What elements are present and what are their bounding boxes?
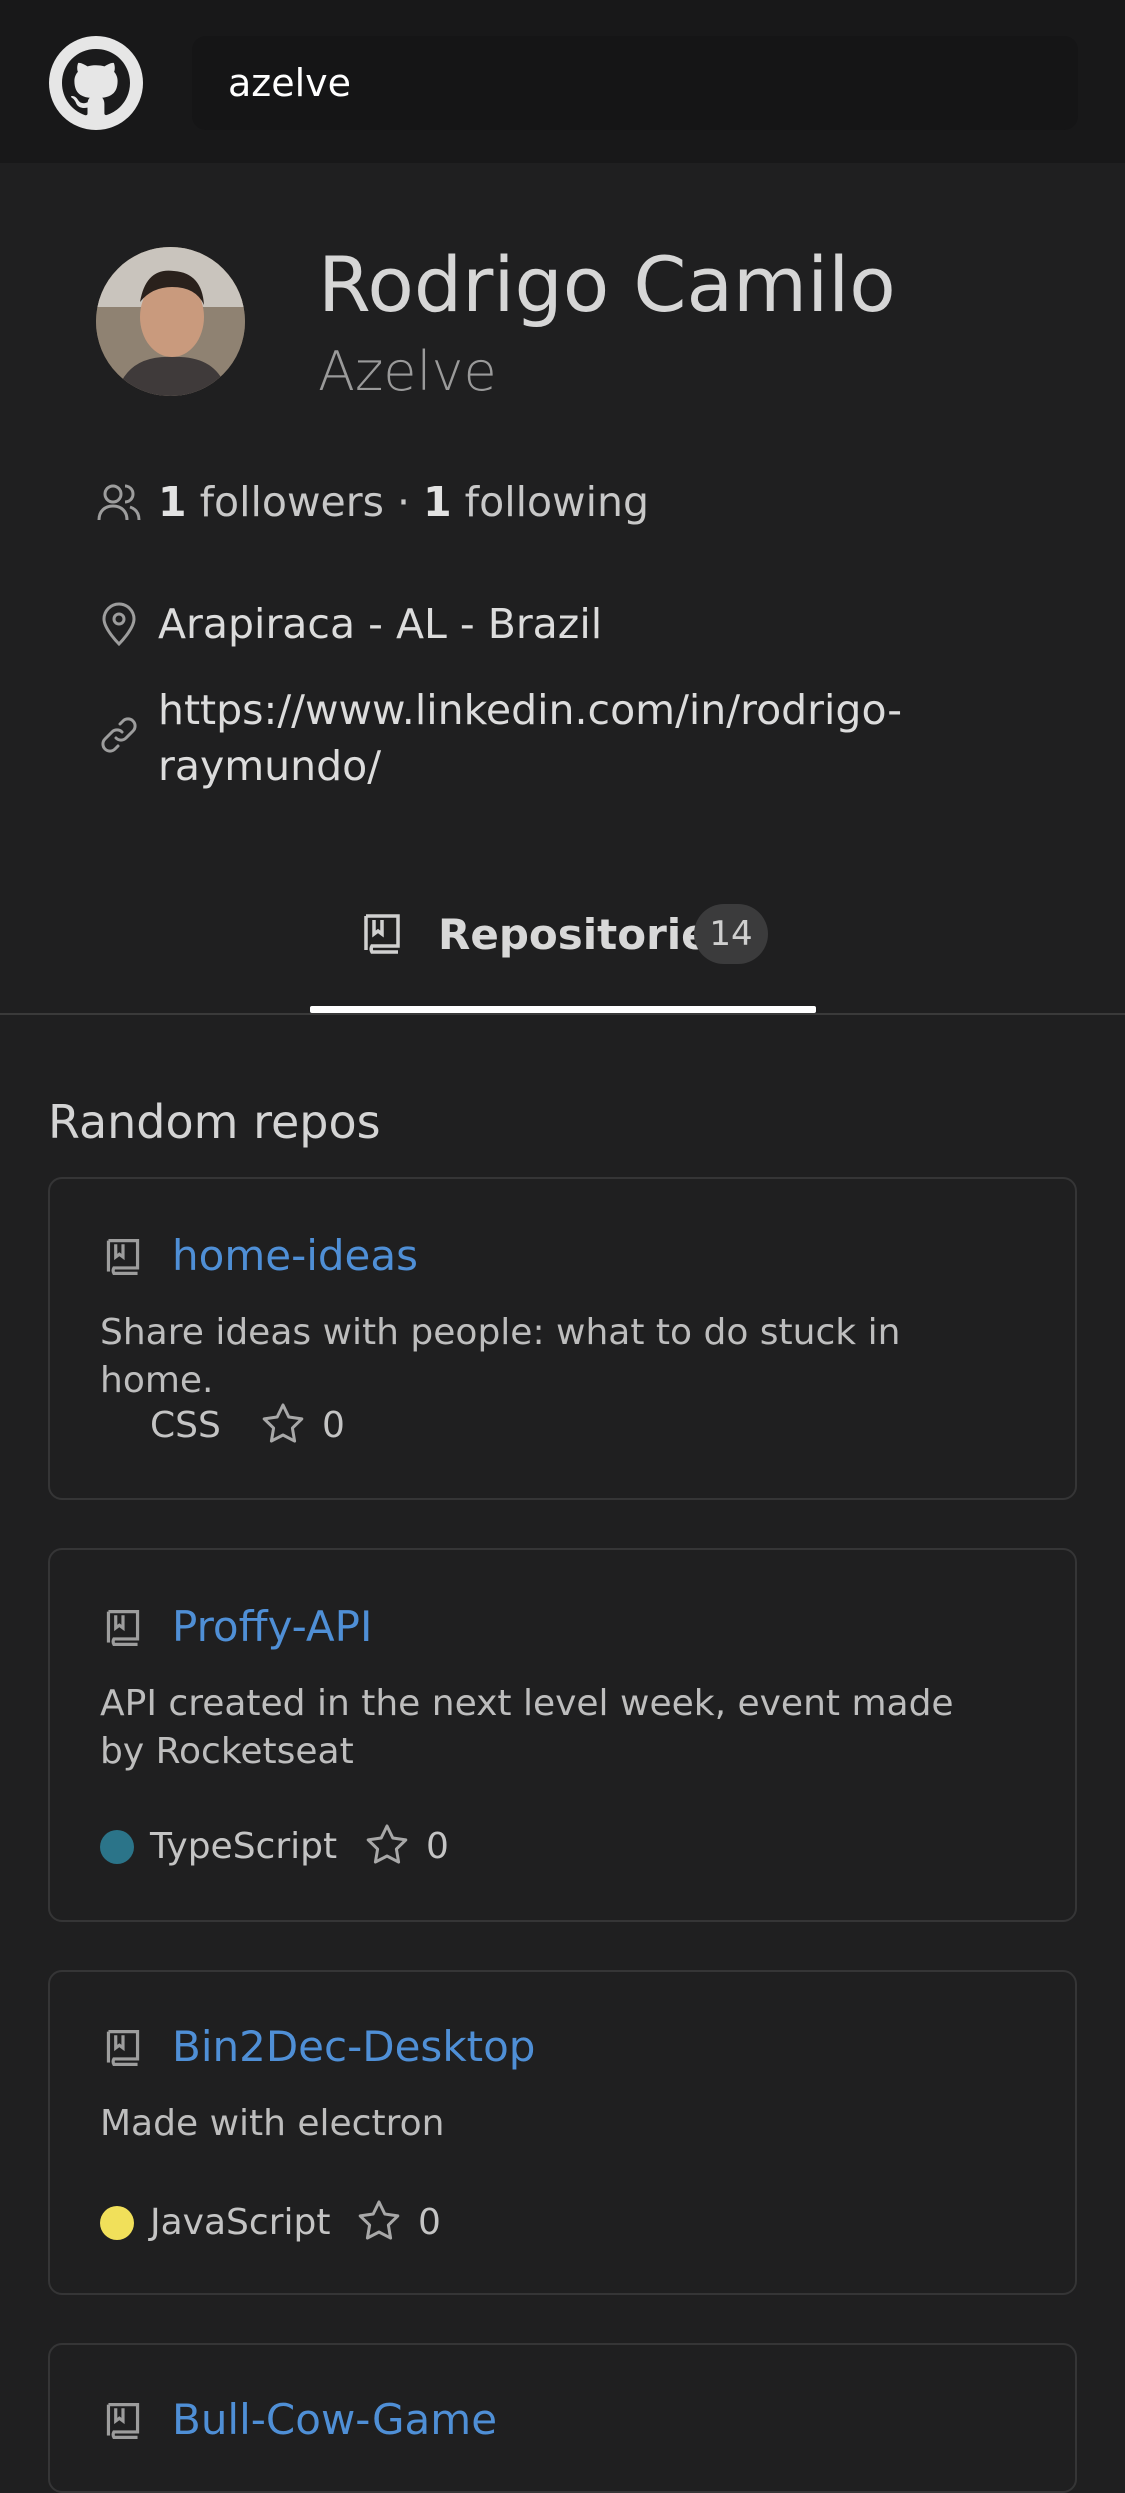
repo-star-count: 0 xyxy=(322,1405,345,1446)
repo-language: JavaScript xyxy=(150,2202,331,2243)
repo-book-icon xyxy=(364,914,400,954)
repo-description: API created in the next level week, even… xyxy=(100,1683,954,1772)
repo-star-count: 0 xyxy=(426,1826,449,1867)
repo-star-count: 0 xyxy=(418,2202,441,2243)
repo-book-icon xyxy=(106,1239,140,1275)
repo-name-link[interactable]: Bull-Cow-Game xyxy=(172,2395,497,2444)
link-icon xyxy=(101,717,137,753)
repo-name-link[interactable]: Bin2Dec-Desktop xyxy=(172,2022,535,2071)
profile-website-link[interactable]: https://www.linkedin.com/in/rodrigo-raym… xyxy=(158,682,918,794)
profile-location: Arapiraca - AL - Brazil xyxy=(158,600,603,648)
repo-language: CSS xyxy=(150,1405,221,1446)
followers-count[interactable]: 1 xyxy=(158,478,187,526)
repo-book-icon xyxy=(106,2030,140,2066)
repo-name-link[interactable]: home-ideas xyxy=(172,1231,418,1280)
following-label[interactable]: following xyxy=(465,478,649,526)
repo-book-icon xyxy=(106,2403,140,2439)
star-icon xyxy=(262,1403,304,1443)
repo-card[interactable]: Bull-Cow-Game xyxy=(48,2343,1077,2493)
profile-login: Azelve xyxy=(318,340,497,403)
repo-description: Made with electron xyxy=(100,2103,445,2144)
repo-language: TypeScript xyxy=(150,1826,338,1867)
stat-separator: · xyxy=(397,478,411,526)
tab-repositories[interactable]: Repositories 14 xyxy=(310,880,816,1013)
search-input[interactable] xyxy=(192,36,1078,130)
repo-name-link[interactable]: Proffy-API xyxy=(172,1602,372,1651)
language-color-dot xyxy=(100,2206,134,2240)
tab-active-indicator xyxy=(310,1006,816,1013)
app-header xyxy=(0,0,1125,163)
tab-repositories-label: Repositories xyxy=(438,910,735,959)
github-logo-icon[interactable] xyxy=(48,35,144,131)
star-icon xyxy=(366,1824,408,1864)
follow-stats: 1 followers · 1 following xyxy=(158,478,649,526)
star-icon xyxy=(358,2200,400,2240)
tabs-divider xyxy=(0,1013,1125,1015)
avatar xyxy=(96,247,245,396)
repo-description: Share ideas with people: what to do stuc… xyxy=(100,1312,901,1401)
profile-name: Rodrigo Camilo xyxy=(318,240,896,329)
repo-card[interactable]: home-ideas Share ideas with people: what… xyxy=(48,1177,1077,1500)
random-repos-title: Random repos xyxy=(48,1095,381,1149)
followers-label[interactable]: followers xyxy=(200,478,384,526)
repo-card[interactable]: Bin2Dec-Desktop Made with electron JavaS… xyxy=(48,1970,1077,2295)
people-icon xyxy=(97,484,141,521)
following-count[interactable]: 1 xyxy=(423,478,452,526)
repo-book-icon xyxy=(106,1610,140,1646)
location-pin-icon xyxy=(102,602,136,647)
repo-card[interactable]: Proffy-API API created in the next level… xyxy=(48,1548,1077,1922)
language-color-dot xyxy=(100,1830,134,1864)
tab-repositories-count: 14 xyxy=(694,904,768,964)
